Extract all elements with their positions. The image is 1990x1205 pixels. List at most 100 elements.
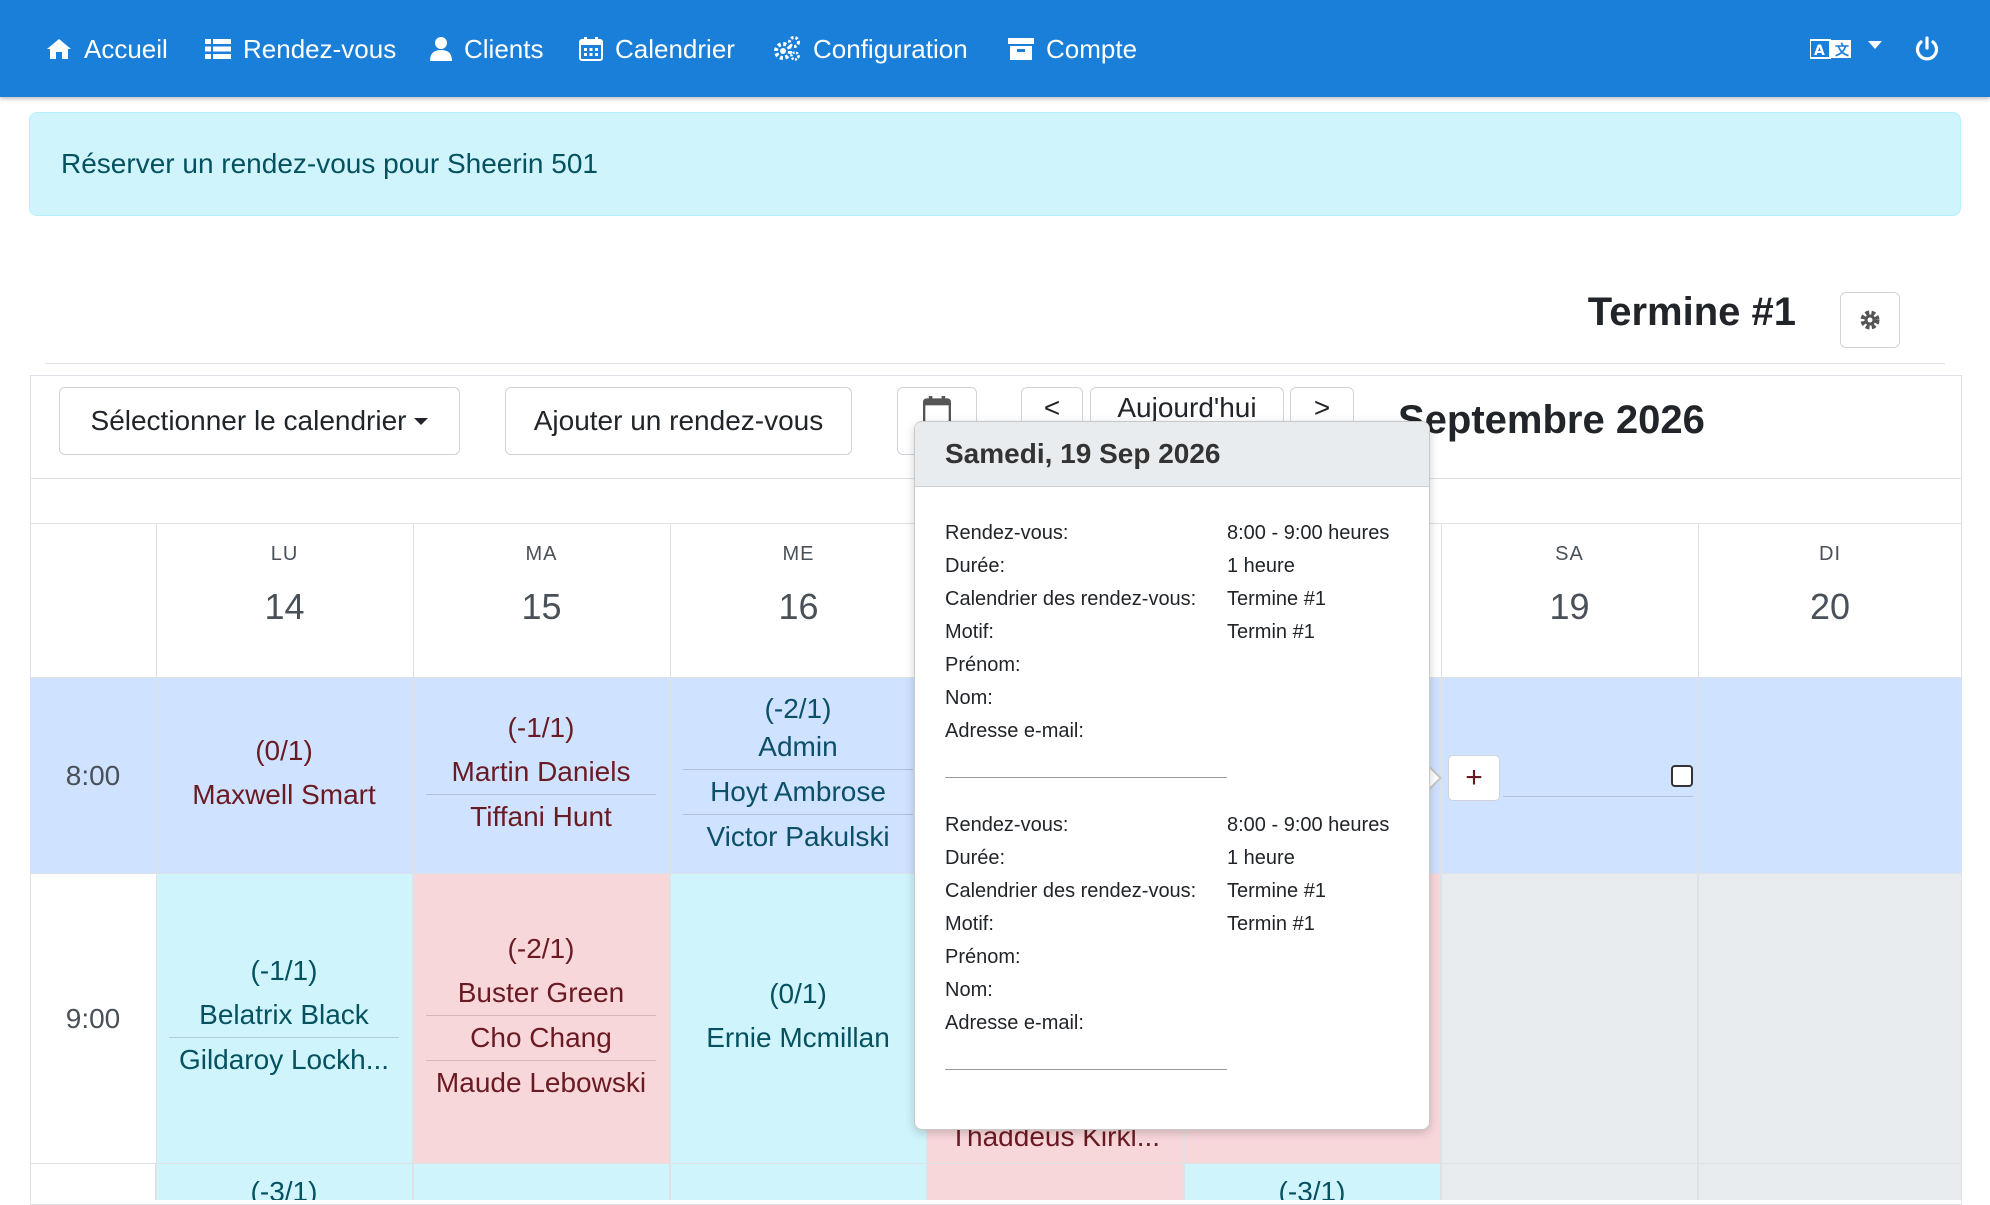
chevron-down-icon: [1868, 41, 1882, 49]
svg-text:A: A: [1814, 43, 1825, 59]
booking-alert-text: Réserver un rendez-vous pour Sheerin 501: [61, 148, 598, 179]
popover-label: Rendez-vous:: [945, 522, 1069, 544]
slot-mon-10[interactable]: (-3/1): [156, 1164, 413, 1200]
appointment-name[interactable]: Belatrix Black: [169, 993, 399, 1037]
slot-count: (-3/1): [1278, 1176, 1346, 1200]
add-slot-button[interactable]: +: [1448, 755, 1500, 801]
nav-clients[interactable]: Clients: [430, 28, 543, 70]
slot-wed-10[interactable]: [670, 1164, 927, 1200]
appointment-name[interactable]: Cho Chang: [425, 1014, 657, 1060]
appointment-name[interactable]: Buster Green: [426, 971, 656, 1015]
logout-button[interactable]: [1914, 28, 1952, 70]
appointment-name[interactable]: Maude Lebowski: [425, 1059, 657, 1105]
appointment-name[interactable]: Martin Daniels: [426, 750, 656, 794]
column-divider: [413, 523, 414, 1200]
appointment-name[interactable]: Hoyt Ambrose: [682, 768, 914, 814]
popover-separator: [945, 777, 1227, 778]
slot-tue-10[interactable]: [413, 1164, 670, 1200]
slot-tue-9[interactable]: (-2/1) Buster Green Cho Chang Maude Lebo…: [413, 874, 670, 1164]
plus-icon: +: [1465, 761, 1483, 794]
language-dropdown[interactable]: A文: [1810, 28, 1882, 70]
slot-wed-9[interactable]: (0/1) Ernie Mcmillan: [670, 874, 927, 1164]
nav-accueil[interactable]: Accueil: [46, 28, 168, 70]
slot-sun-10: [1698, 1164, 1962, 1200]
add-appointment-label: Ajouter un rendez-vous: [533, 405, 824, 436]
nav-rendez-vous[interactable]: Rendez-vous: [205, 28, 396, 70]
popover-label: Calendrier des rendez-vous:: [945, 880, 1197, 902]
popover-value: 8:00 - 9:00 heures: [1227, 814, 1390, 836]
popover-label: Adresse e-mail:: [945, 1012, 1084, 1034]
column-divider: [1441, 523, 1442, 1200]
appointment-name[interactable]: Victor Pakulski: [682, 813, 914, 859]
column-divider: [156, 523, 157, 1200]
nav-rendez-vous-label: Rendez-vous: [243, 33, 397, 64]
popover-value: Termine #1: [1227, 880, 1326, 902]
prev-label: <: [1043, 392, 1061, 423]
day-name: ME: [782, 543, 815, 565]
provider-title: Termine #1: [1587, 290, 1796, 334]
popover-separator: [945, 1069, 1227, 1070]
appointment-name[interactable]: Tiffani Hunt: [425, 794, 657, 839]
caret-down-icon: [414, 417, 429, 425]
appointment-name[interactable]: Ernie Mcmillan: [683, 1016, 913, 1060]
slot-count: (-1/1): [507, 712, 575, 743]
slot-thu-10[interactable]: [927, 1164, 1184, 1200]
appointment-popover: Samedi, 19 Sep 2026 Rendez-vous: 8:00 - …: [914, 421, 1430, 1130]
column-divider: [1698, 523, 1699, 1200]
nav-calendrier-label: Calendrier: [615, 33, 735, 64]
slot-mon-9[interactable]: (-1/1) Belatrix Black Gildaroy Lockh...: [156, 874, 413, 1164]
day-date: 15: [521, 586, 562, 627]
slot-mon-8[interactable]: (0/1) Maxwell Smart: [156, 678, 413, 874]
day-name: SA: [1555, 543, 1584, 565]
day-date: 16: [778, 586, 819, 627]
list-icon: [205, 39, 231, 59]
user-icon: [430, 37, 452, 61]
time-label-8: 8:00: [30, 678, 156, 874]
day-date: 14: [264, 586, 305, 627]
nav-clients-label: Clients: [464, 33, 544, 64]
next-label: >: [1313, 392, 1331, 423]
add-appointment-button[interactable]: Ajouter un rendez-vous: [505, 387, 852, 455]
popover-label: Durée:: [945, 555, 1006, 577]
slot-tue-8[interactable]: (-1/1) Martin Daniels Tiffani Hunt: [413, 678, 670, 874]
popover-label: Motif:: [945, 913, 994, 935]
nav-calendrier[interactable]: Calendrier: [579, 28, 735, 70]
appointment-name[interactable]: Maxwell Smart: [169, 773, 399, 817]
day-date: 19: [1549, 586, 1590, 627]
slot-sat-10: [1441, 1164, 1698, 1200]
popover-label: Nom:: [945, 979, 993, 1001]
day-header-wed: ME 16: [670, 523, 927, 677]
day-date: 20: [1809, 586, 1851, 627]
popover-value: Termin #1: [1227, 913, 1315, 935]
day-name: MA: [525, 543, 558, 565]
svg-text:文: 文: [1835, 42, 1850, 59]
select-calendar-dropdown[interactable]: Sélectionner le calendrier: [59, 387, 460, 455]
day-header-sat: SA 19: [1441, 523, 1698, 677]
home-icon: [47, 39, 71, 59]
slot-fri-10[interactable]: (-3/1): [1184, 1164, 1441, 1200]
appointment-name[interactable]: Admin: [683, 725, 913, 769]
day-header-mon: LU 14: [156, 523, 413, 677]
slot-sun-9: [1698, 874, 1962, 1164]
slot-count: (-2/1): [764, 692, 832, 724]
popover-label: Motif:: [945, 621, 994, 643]
time-label-9: 9:00: [30, 874, 156, 1164]
select-calendar-label: Sélectionner le calendrier: [90, 405, 407, 436]
settings-button[interactable]: [1840, 292, 1900, 348]
calendar-icon: [579, 37, 603, 61]
popover-value: 1 heure: [1227, 555, 1295, 577]
slot-count: (0/1): [769, 977, 827, 1009]
day-header-sun: DI 20: [1698, 523, 1962, 677]
appointment-name[interactable]: Gildaroy Lockh...: [168, 1037, 400, 1082]
nav-configuration[interactable]: Configuration: [773, 28, 968, 70]
nav-compte-label: Compte: [1046, 33, 1138, 64]
nav-accueil-label: Accueil: [84, 33, 168, 64]
header-divider: [45, 363, 1945, 364]
nav-compte[interactable]: Compte: [1008, 28, 1137, 70]
popover-label: Prénom:: [945, 654, 1021, 676]
archive-icon: [1008, 38, 1034, 60]
slot-sun-8[interactable]: [1698, 678, 1962, 874]
slot-wed-8[interactable]: (-2/1) Admin Hoyt Ambrose Victor Pakulsk…: [670, 678, 927, 874]
slot-checkbox[interactable]: [1671, 765, 1693, 787]
slot-sat-9: [1441, 874, 1698, 1164]
